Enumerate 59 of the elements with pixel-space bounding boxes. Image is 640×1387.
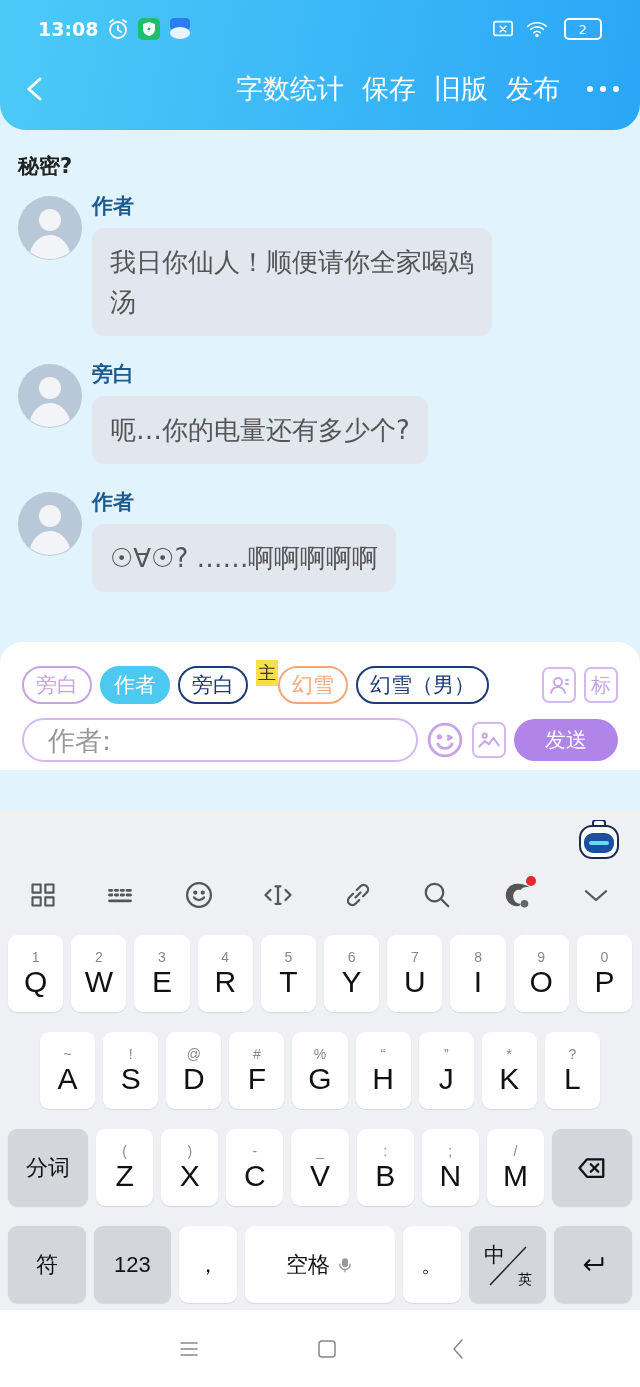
role-chip[interactable]: 旁白: [178, 666, 248, 704]
letter-key[interactable]: ) X: [161, 1129, 219, 1206]
message-bubble: ☉∀☉? ……啊啊啊啊啊: [92, 524, 397, 592]
grid-icon: [28, 881, 57, 909]
punctuation-key[interactable]: ，: [179, 1226, 238, 1303]
function-key[interactable]: 123: [93, 1226, 172, 1303]
letter-key[interactable]: * K: [481, 1032, 537, 1109]
smiley-icon: [426, 721, 464, 759]
letter-key[interactable]: ! S: [103, 1032, 159, 1109]
role-chip[interactable]: 幻雪（男）: [356, 666, 489, 704]
space-key[interactable]: 空格: [245, 1226, 395, 1303]
avatar-icon: [18, 492, 82, 556]
more-icon: [586, 84, 620, 94]
letter-key[interactable]: ~ A: [40, 1032, 96, 1109]
letter-key[interactable]: ? L: [544, 1032, 600, 1109]
letter-key[interactable]: 2 W: [71, 935, 127, 1012]
more-button[interactable]: [586, 84, 620, 94]
speaker-name: 作者: [92, 489, 134, 516]
avatar-icon: [18, 196, 82, 260]
letter-key[interactable]: # F: [229, 1032, 285, 1109]
letter-key[interactable]: % G: [292, 1032, 348, 1109]
message-bubble: 呃…你的电量还有多少个?: [92, 396, 428, 464]
backspace-key[interactable]: [552, 1129, 632, 1206]
letter-key[interactable]: 3 E: [134, 935, 190, 1012]
speaker-name: 旁白: [92, 361, 134, 388]
smiley-icon: [183, 880, 214, 910]
punctuation-key[interactable]: 。: [402, 1226, 461, 1303]
function-key[interactable]: 分词: [8, 1129, 88, 1206]
letter-key[interactable]: “ H: [355, 1032, 411, 1109]
letter-key[interactable]: 1 Q: [8, 935, 64, 1012]
weather-icon: [168, 18, 193, 40]
letter-key[interactable]: ” J: [418, 1032, 474, 1109]
chat-title: 秘密?: [18, 153, 74, 180]
letter-key[interactable]: 7 U: [387, 935, 443, 1012]
robot-icon: [578, 820, 620, 860]
letter-key[interactable]: 0 P: [576, 935, 633, 1012]
message-input[interactable]: 作者:: [22, 718, 418, 762]
avatar-icon: [18, 364, 82, 428]
message-bubble: 我日你仙人！顺便请你全家喝鸡汤: [92, 228, 492, 336]
battery-level: 2: [564, 18, 602, 40]
letter-key[interactable]: ; N: [421, 1129, 479, 1206]
letter-key[interactable]: : B: [356, 1129, 414, 1206]
function-key[interactable]: 符: [8, 1226, 86, 1303]
letter-key[interactable]: 9 O: [513, 935, 569, 1012]
letter-key[interactable]: _ V: [291, 1129, 349, 1206]
letter-key[interactable]: 6 Y: [324, 935, 380, 1012]
chevron-left-icon: [453, 1338, 463, 1359]
letter-key[interactable]: @ D: [166, 1032, 222, 1109]
language-key[interactable]: 中 英: [468, 1226, 547, 1303]
status-time: 13:08: [38, 18, 99, 40]
letter-key[interactable]: 4 R: [197, 935, 253, 1012]
main-role-badge: 主: [256, 660, 278, 686]
letter-key[interactable]: 8 I: [450, 935, 506, 1012]
letter-key[interactable]: 5 T: [260, 935, 316, 1012]
letter-key[interactable]: ( Z: [96, 1129, 154, 1206]
shield-icon: [138, 18, 161, 40]
letter-key[interactable]: / M: [486, 1129, 544, 1206]
speaker-name: 作者: [92, 193, 134, 220]
letter-key[interactable]: - C: [226, 1129, 284, 1206]
